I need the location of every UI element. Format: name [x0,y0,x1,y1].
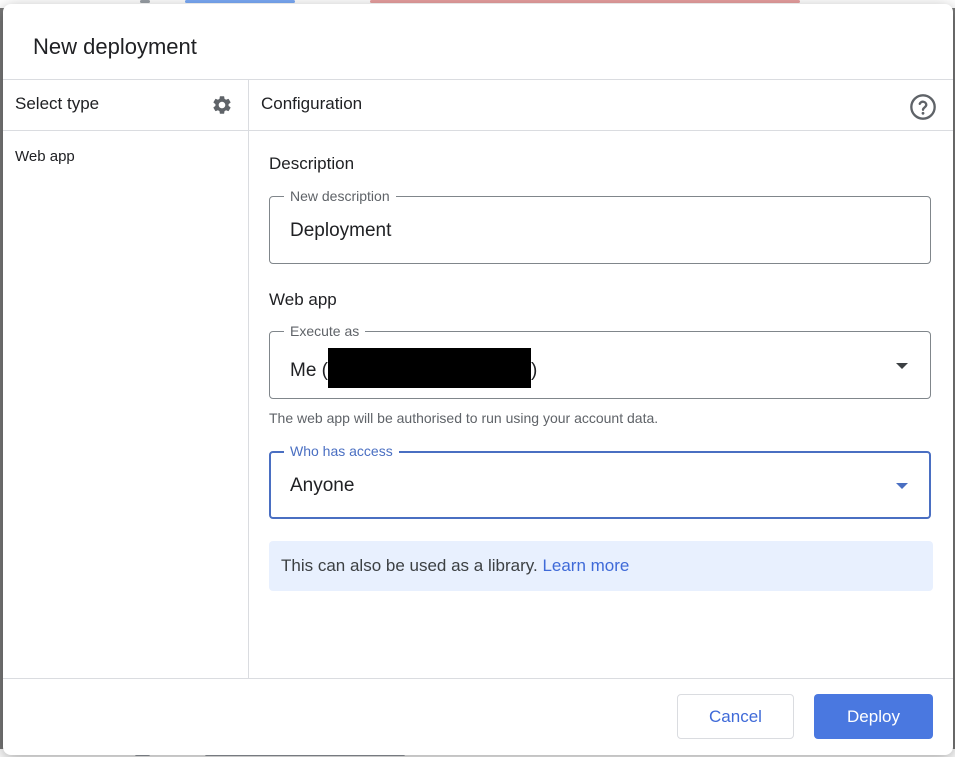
banner-message: This can also be used as a library. [281,556,538,575]
execute-as-legend: Execute as [284,322,366,340]
dialog-title: New deployment [33,34,197,59]
subheader-divider [3,130,953,131]
execute-as-value: Me () [290,348,538,388]
redacted-email [328,348,531,388]
chevron-down-icon [896,483,908,489]
footer-divider [3,678,953,679]
deploy-button[interactable]: Deploy [814,694,933,739]
who-has-access-value: Anyone [290,475,355,496]
execute-as-select[interactable]: Execute as Me () [269,322,931,399]
banner-text: This can also be used as a library. Lear… [281,556,629,576]
cancel-button[interactable]: Cancel [677,694,794,739]
description-field[interactable]: New description Deployment [269,187,931,264]
description-field-value: Deployment [290,220,392,241]
new-deployment-dialog: New deployment Select type Web app Confi… [3,4,953,755]
chevron-down-icon [896,363,908,369]
gear-icon[interactable] [211,94,233,116]
help-icon[interactable] [909,93,937,121]
select-type-header: Select type [15,94,100,113]
description-field-legend: New description [284,187,396,205]
learn-more-link[interactable]: Learn more [542,556,629,575]
description-section-label: Description [269,154,355,173]
configuration-header: Configuration [261,94,363,113]
execute-as-helper: The web app will be authorised to run us… [269,410,659,426]
execute-as-prefix: Me ( [290,360,328,382]
who-has-access-select[interactable]: Who has access Anyone [269,442,931,519]
header-divider [3,79,953,80]
webapp-section-label: Web app [269,290,337,309]
who-has-access-legend: Who has access [284,442,399,460]
panel-divider [248,79,249,678]
library-info-banner: This can also be used as a library. Lear… [269,541,933,591]
execute-as-suffix: ) [531,360,538,382]
type-item-web-app[interactable]: Web app [15,148,75,165]
